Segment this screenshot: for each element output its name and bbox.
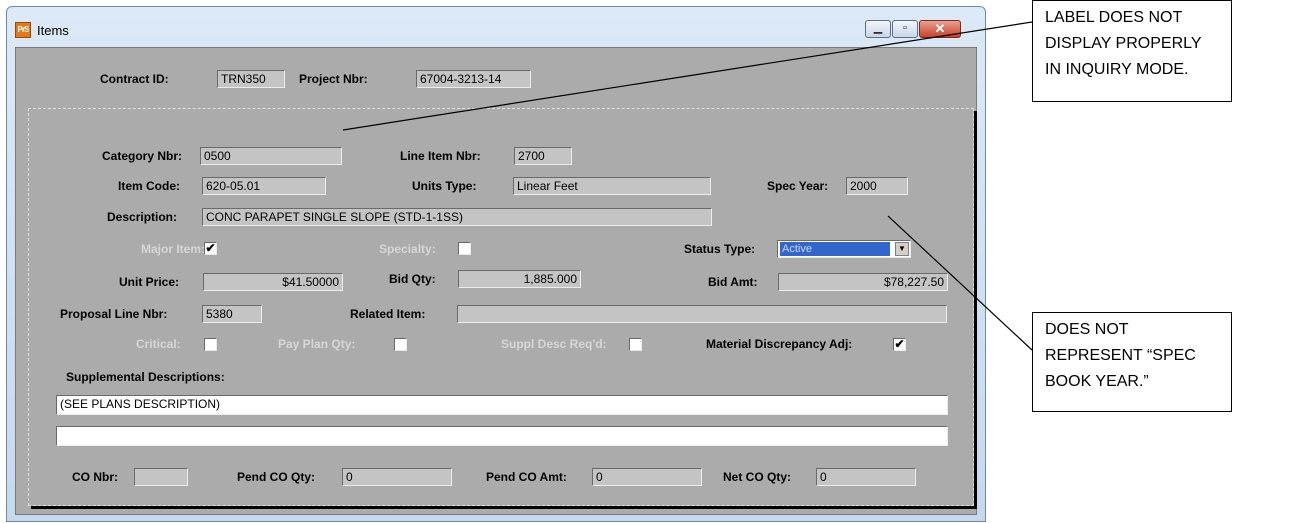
leader-line-label xyxy=(342,21,1033,131)
leader-line-spec xyxy=(887,215,1033,351)
callout-label-line-1: LABEL DOES NOT xyxy=(1045,9,1183,26)
callout-spec-line-1: DOES NOT xyxy=(1045,321,1129,338)
callout-spec-line-2: REPRESENT “SPEC xyxy=(1045,347,1196,364)
callout-spec-line-3: BOOK YEAR.” xyxy=(1045,373,1149,390)
callout-label-line-2: DISPLAY PROPERLY xyxy=(1045,35,1202,52)
callout-label-line-3: IN INQUIRY MODE. xyxy=(1045,61,1189,78)
callout-label-issue: LABEL DOES NOT DISPLAY PROPERLY IN INQUI… xyxy=(1032,0,1232,102)
callout-spec-issue: DOES NOT REPRESENT “SPEC BOOK YEAR.” xyxy=(1032,312,1232,412)
